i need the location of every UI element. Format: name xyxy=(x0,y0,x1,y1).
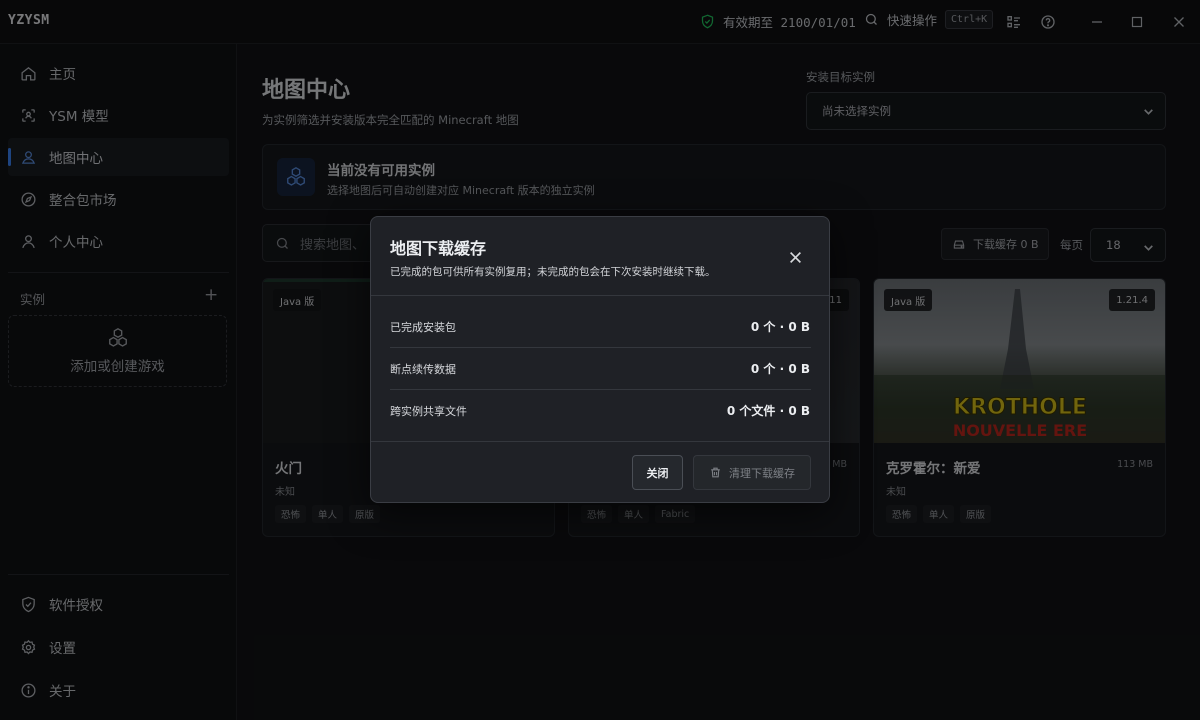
trash-icon xyxy=(711,467,720,478)
dialog-title: 地图下载缓存 xyxy=(390,239,487,258)
dialog-divider xyxy=(371,295,829,296)
completed-packages-value: 0 个 · 0 B xyxy=(750,320,810,334)
dialog-description: 已完成的包可供所有实例复用；未完成的包会在下次安装时继续下载。 xyxy=(390,266,716,278)
row-divider xyxy=(390,389,811,390)
close-button-label: 关闭 xyxy=(646,466,669,480)
download-cache-dialog: 地图下载缓存 已完成的包可供所有实例复用；未完成的包会在下次安装时继续下载。 已… xyxy=(370,216,830,503)
shared-files-value: 0 个文件 · 0 B xyxy=(726,404,810,418)
clear-cache-label: 清理下载缓存 xyxy=(729,466,795,480)
close-icon[interactable] xyxy=(785,247,805,267)
clear-cache-button[interactable]: 清理下载缓存 xyxy=(693,455,811,490)
resume-data-label: 断点续传数据 xyxy=(390,363,456,376)
resume-data-value: 0 个 · 0 B xyxy=(750,362,810,376)
shared-files-label: 跨实例共享文件 xyxy=(390,405,467,418)
completed-packages-label: 已完成安装包 xyxy=(390,321,456,334)
close-button[interactable]: 关闭 xyxy=(632,455,683,490)
row-divider xyxy=(390,347,811,348)
dialog-divider xyxy=(371,441,829,442)
